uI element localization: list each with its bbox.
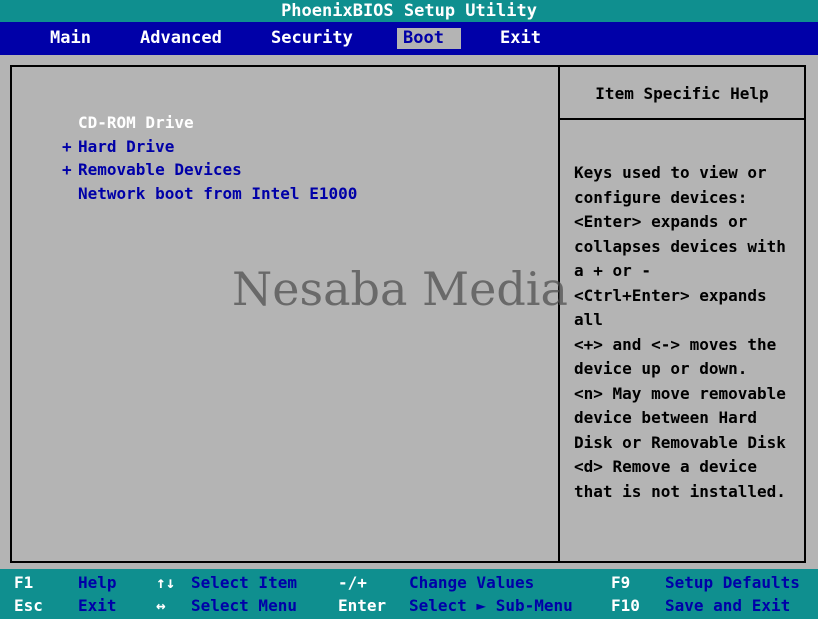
boot-item-hard-drive[interactable]: + Hard Drive — [62, 135, 357, 159]
key-f1-desc: Help — [78, 573, 117, 592]
boot-item-cdrom[interactable]: CD-ROM Drive — [62, 111, 357, 135]
key-updown-desc: Select Item — [191, 573, 297, 592]
key-f1: F1 — [14, 573, 34, 592]
help-text: Keys used to view or configure devices: … — [574, 163, 786, 501]
key-f10: F10 — [611, 596, 640, 615]
menu-main[interactable]: Main — [44, 28, 97, 49]
menu-bar: Main Advanced Security Boot Exit — [0, 22, 818, 55]
menu-boot[interactable]: Boot — [397, 28, 461, 49]
key-f9-desc: Setup Defaults — [665, 573, 800, 592]
key-esc-desc: Exit — [78, 596, 117, 615]
key-updown: ↑↓ — [156, 573, 176, 592]
boot-item-label: Network boot from Intel E1000 — [78, 183, 358, 203]
key-f10-desc: Save and Exit — [665, 596, 791, 615]
key-leftright: ↔ — [156, 596, 166, 615]
boot-item-network[interactable]: Network boot from Intel E1000 — [62, 182, 357, 206]
key-enter: Enter — [338, 596, 387, 615]
expand-marker: + — [62, 136, 72, 156]
key-esc: Esc — [14, 596, 43, 615]
key-minus-plus: -/+ — [338, 573, 367, 592]
help-title: Item Specific Help — [560, 67, 804, 120]
footer-key-legend: F1 Help ↑↓ Select Item -/+ Change Values… — [0, 569, 818, 619]
boot-item-label: CD-ROM Drive — [78, 113, 194, 132]
window-title: PhoenixBIOS Setup Utility — [0, 0, 818, 22]
key-enter-desc: Select ► Sub-Menu — [409, 596, 573, 615]
boot-item-label: Removable Devices — [78, 160, 242, 179]
watermark: Nesaba Media — [232, 262, 568, 316]
key-leftright-desc: Select Menu — [191, 596, 297, 615]
boot-item-removable[interactable]: + Removable Devices — [62, 158, 357, 182]
menu-advanced[interactable]: Advanced — [134, 28, 228, 49]
key-minus-plus-desc: Change Values — [409, 573, 535, 592]
menu-security[interactable]: Security — [265, 28, 359, 49]
expand-marker: + — [62, 160, 72, 179]
help-pane: Item Specific Help Keys used to view or … — [558, 67, 804, 561]
boot-item-label: Hard Drive — [78, 136, 175, 156]
boot-order-list: CD-ROM Drive + Hard Drive + Removable Devi… — [62, 111, 357, 205]
bios-screen: PhoenixBIOS Setup Utility Main Advanced … — [0, 0, 818, 619]
menu-exit[interactable]: Exit — [494, 28, 547, 49]
key-f9: F9 — [611, 573, 631, 592]
